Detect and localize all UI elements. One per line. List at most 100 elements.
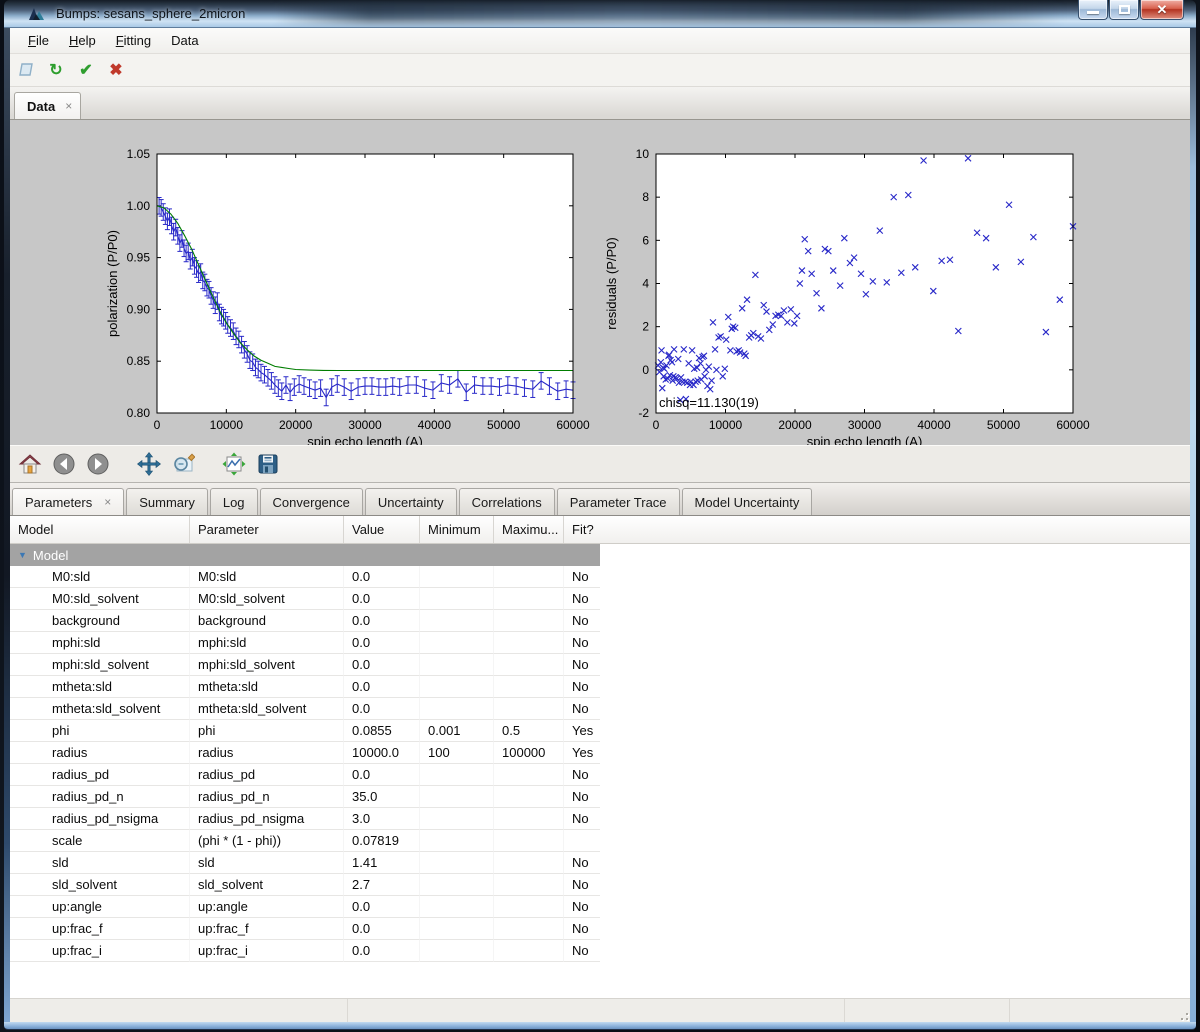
cancel-icon[interactable]: ✖	[106, 60, 126, 80]
cell	[420, 676, 494, 698]
tab-uncertainty[interactable]: Uncertainty	[365, 488, 457, 515]
table-row[interactable]: up:frac_iup:frac_i0.0No	[10, 940, 600, 962]
column-header-maximu[interactable]: Maximu...	[494, 516, 564, 543]
save-icon[interactable]	[254, 451, 281, 478]
tab-label: Correlations	[472, 495, 542, 510]
cell	[420, 786, 494, 808]
cell	[420, 566, 494, 588]
cell: 3.0	[344, 808, 420, 830]
tab-parameter-trace[interactable]: Parameter Trace	[557, 488, 680, 515]
menu-file[interactable]: File	[18, 30, 59, 51]
maximize-button[interactable]	[1109, 0, 1139, 20]
new-document-icon[interactable]	[16, 60, 36, 80]
residuals-plot-canvas[interactable]: 0100002000030000400005000060000-20246810…	[600, 120, 1188, 445]
cell: scale	[10, 830, 190, 852]
table-row[interactable]: radius_pdradius_pd0.0No	[10, 764, 600, 786]
table-row[interactable]: sld_solventsld_solvent2.7No	[10, 874, 600, 896]
table-row[interactable]: radius_pd_nsigmaradius_pd_nsigma3.0No	[10, 808, 600, 830]
polarization-plot-canvas[interactable]: 01000020000300004000050000600000.800.850…	[10, 120, 600, 445]
reload-icon[interactable]: ↻	[46, 60, 66, 80]
cell: No	[564, 918, 600, 940]
menu-help[interactable]: Help	[59, 30, 106, 51]
column-header-fit[interactable]: Fit?	[564, 516, 600, 543]
cell	[420, 918, 494, 940]
table-row[interactable]: mtheta:sld_solventmtheta:sld_solvent0.0N…	[10, 698, 600, 720]
table-row[interactable]: radiusradius10000.0100100000Yes	[10, 742, 600, 764]
tab-parameters[interactable]: Parameters×	[12, 488, 124, 515]
table-row[interactable]: radius_pd_nradius_pd_n35.0No	[10, 786, 600, 808]
back-icon[interactable]	[50, 451, 77, 478]
resize-grip[interactable]	[1176, 1008, 1188, 1020]
cell: sld	[10, 852, 190, 874]
cell	[494, 852, 564, 874]
table-row[interactable]: M0:sldM0:sld0.0No	[10, 566, 600, 588]
subplots-icon[interactable]	[220, 451, 247, 478]
tab-summary[interactable]: Summary	[126, 488, 208, 515]
cell: sld_solvent	[10, 874, 190, 896]
home-icon[interactable]	[16, 451, 43, 478]
bumps-app-icon	[28, 5, 46, 23]
accept-icon[interactable]: ✔	[76, 60, 96, 80]
table-row[interactable]: sldsld1.41No	[10, 852, 600, 874]
table-row[interactable]: up:frac_fup:frac_f0.0No	[10, 918, 600, 940]
window-title: Bumps: sesans_sphere_2micron	[56, 6, 245, 21]
cell: mtheta:sld	[190, 676, 344, 698]
cell	[494, 588, 564, 610]
tab-data[interactable]: Data ×	[14, 92, 81, 119]
svg-text:20000: 20000	[778, 418, 812, 432]
table-row[interactable]: backgroundbackground0.0No	[10, 610, 600, 632]
table-row[interactable]: scale(phi * (1 - phi))0.07819	[10, 830, 600, 852]
column-header-minimum[interactable]: Minimum	[420, 516, 494, 543]
cell: 0.0	[344, 764, 420, 786]
svg-text:0.90: 0.90	[127, 302, 151, 316]
tab-label: Log	[223, 495, 245, 510]
svg-text:20000: 20000	[279, 418, 313, 432]
cell: Yes	[564, 720, 600, 742]
svg-text:50000: 50000	[487, 418, 521, 432]
tab-convergence[interactable]: Convergence	[260, 488, 363, 515]
column-header-value[interactable]: Value	[344, 516, 420, 543]
minimize-icon	[1087, 11, 1099, 14]
cell	[494, 896, 564, 918]
svg-text:60000: 60000	[556, 418, 590, 432]
table-row[interactable]: mtheta:sldmtheta:sld0.0No	[10, 676, 600, 698]
menu-data[interactable]: Data	[161, 30, 208, 51]
tab-close-icon[interactable]: ×	[104, 495, 111, 509]
minimize-button[interactable]	[1078, 0, 1108, 20]
status-pane	[845, 999, 1010, 1022]
svg-text:0.95: 0.95	[127, 251, 151, 265]
tab-model-uncertainty[interactable]: Model Uncertainty	[682, 488, 813, 515]
svg-text:0: 0	[154, 418, 161, 432]
cell: radius_pd	[190, 764, 344, 786]
tab-correlations[interactable]: Correlations	[459, 488, 555, 515]
svg-text:0: 0	[653, 418, 660, 432]
model-group-row[interactable]: ▼ Model	[10, 544, 600, 566]
cell	[420, 940, 494, 962]
table-row[interactable]: phiphi0.08550.0010.5Yes	[10, 720, 600, 742]
cell: 100000	[494, 742, 564, 764]
table-row[interactable]: mphi:sld_solventmphi:sld_solvent0.0No	[10, 654, 600, 676]
table-row[interactable]: up:angleup:angle0.0No	[10, 896, 600, 918]
tab-close-icon[interactable]: ×	[65, 99, 72, 113]
zoom-rect-icon[interactable]	[169, 451, 196, 478]
cell: 0.0	[344, 676, 420, 698]
cell	[420, 874, 494, 896]
table-row[interactable]: M0:sld_solventM0:sld_solvent0.0No	[10, 588, 600, 610]
collapse-triangle-icon[interactable]: ▼	[18, 550, 27, 560]
cell: up:frac_i	[190, 940, 344, 962]
pan-icon[interactable]	[135, 451, 162, 478]
result-tab-bar: Parameters×Summary Log ConvergenceUncertai…	[10, 483, 1190, 516]
column-header-model[interactable]: Model	[10, 516, 190, 543]
title-bar[interactable]: Bumps: sesans_sphere_2micron ✕	[4, 0, 1196, 28]
cell: No	[564, 852, 600, 874]
svg-text:50000: 50000	[987, 418, 1021, 432]
plot-nav-toolbar	[10, 445, 1190, 483]
forward-icon[interactable]	[84, 451, 111, 478]
tab-log[interactable]: Log	[210, 488, 258, 515]
close-button[interactable]: ✕	[1140, 0, 1184, 20]
table-row[interactable]: mphi:sldmphi:sld0.0No	[10, 632, 600, 654]
cell	[420, 852, 494, 874]
cell: 0.0	[344, 588, 420, 610]
menu-fitting[interactable]: Fitting	[106, 30, 161, 51]
column-header-parameter[interactable]: Parameter	[190, 516, 344, 543]
